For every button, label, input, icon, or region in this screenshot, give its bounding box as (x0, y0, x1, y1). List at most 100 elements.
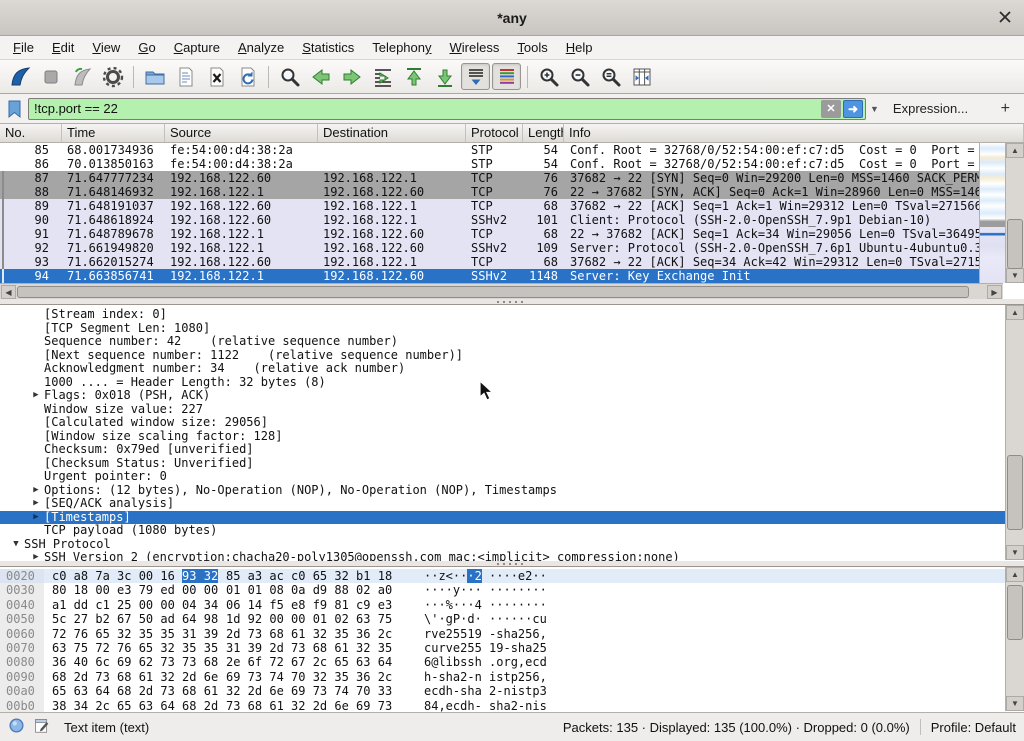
expert-info-icon[interactable] (8, 717, 25, 737)
filter-apply-button[interactable]: ➜ (843, 100, 863, 118)
hex-ascii[interactable]: ····y··· ········ (410, 583, 1024, 597)
scrollbar-thumb[interactable] (1007, 585, 1023, 640)
menu-tools[interactable]: Tools (508, 37, 556, 58)
stop-capture-button[interactable] (36, 63, 65, 90)
column-header-source[interactable]: Source (165, 124, 318, 142)
packet-row[interactable]: 9171.648789678192.168.122.1192.168.122.6… (0, 227, 979, 241)
menu-statistics[interactable]: Statistics (293, 37, 363, 58)
intelligent-scrollbar-minimap[interactable] (979, 143, 1005, 283)
colorize-button[interactable] (492, 63, 521, 90)
menu-file[interactable]: File (4, 37, 43, 58)
packet-row[interactable]: 9471.663856741192.168.122.1192.168.122.6… (0, 269, 979, 283)
hex-bytes[interactable]: 2e 6f 72 67 2c 65 63 64 (224, 655, 410, 669)
scrollbar-thumb[interactable] (1007, 219, 1023, 269)
hex-bytes[interactable]: 1d 92 00 00 01 02 63 75 (224, 612, 410, 626)
column-header-info[interactable]: Info (564, 124, 1024, 142)
detail-tree-item[interactable]: ▶[SEQ/ACK analysis] (0, 497, 1024, 511)
hex-row[interactable]: 0040a1 dd c1 25 00 00 04 3406 14 f5 e8 f… (0, 598, 1024, 612)
column-header-destination[interactable]: Destination (318, 124, 466, 142)
detail-tree-item[interactable]: Window size value: 227 (0, 403, 1024, 417)
packet-row[interactable]: 8670.013850163fe:54:00:d4:38:2aSTP54Conf… (0, 157, 979, 171)
scroll-down-icon[interactable]: ▼ (1006, 696, 1024, 711)
collapsed-arrow-icon[interactable]: ▶ (28, 551, 44, 561)
menu-go[interactable]: Go (129, 37, 164, 58)
hex-ascii[interactable]: ecdh-sha 2-nistp3 (410, 684, 1024, 698)
open-file-button[interactable] (140, 63, 169, 90)
hex-row[interactable]: 0020c0 a8 7a 3c 00 16 93 3285 a3 ac c0 6… (0, 569, 1024, 583)
collapsed-arrow-icon[interactable]: ▶ (28, 389, 44, 403)
resize-columns-button[interactable] (627, 63, 656, 90)
menu-view[interactable]: View (83, 37, 129, 58)
column-header-protocol[interactable]: Protocol (466, 124, 523, 142)
packet-row[interactable]: 8971.648191037192.168.122.60192.168.122.… (0, 199, 979, 213)
hex-ascii[interactable]: ··z<···2 ····e2·· (410, 569, 1024, 583)
menu-help[interactable]: Help (557, 37, 602, 58)
hex-ascii[interactable]: ···%···4 ········ (410, 598, 1024, 612)
scrollbar-thumb[interactable] (17, 286, 969, 298)
collapsed-arrow-icon[interactable]: ▶ (28, 511, 44, 525)
detail-tree-item[interactable]: 1000 .... = Header Length: 32 bytes (8) (0, 376, 1024, 390)
go-back-button[interactable] (306, 63, 335, 90)
hex-bytes[interactable]: 80 18 00 e3 79 ed 00 00 (44, 583, 224, 597)
packet-list-vscrollbar[interactable]: ▲ ▼ (1005, 143, 1024, 283)
zoom-original-button[interactable] (596, 63, 625, 90)
collapsed-arrow-icon[interactable]: ▶ (28, 497, 44, 511)
packet-row[interactable]: 8771.647777234192.168.122.60192.168.122.… (0, 171, 979, 185)
detail-tree-item[interactable]: TCP payload (1080 bytes) (0, 524, 1024, 538)
hex-bytes[interactable]: 72 76 65 32 35 35 31 39 (44, 627, 224, 641)
display-filter-input[interactable] (29, 100, 821, 118)
packet-row[interactable]: 8871.648146932192.168.122.1192.168.122.6… (0, 185, 979, 199)
detail-tree-item[interactable]: [Window size scaling factor: 128] (0, 430, 1024, 444)
detail-tree-item[interactable]: ▶Options: (12 bytes), No-Operation (NOP)… (0, 484, 1024, 498)
details-vscrollbar[interactable]: ▲ ▼ (1005, 305, 1024, 560)
hex-row[interactable]: 003080 18 00 e3 79 ed 00 0001 01 08 0a d… (0, 583, 1024, 597)
bytes-vscrollbar[interactable]: ▲ ▼ (1005, 567, 1024, 711)
menu-edit[interactable]: Edit (43, 37, 83, 58)
scroll-down-icon[interactable]: ▼ (1006, 268, 1024, 283)
capture-options-button[interactable] (98, 63, 127, 90)
detail-tree-item[interactable]: [Stream index: 0] (0, 308, 1024, 322)
scrollbar-thumb[interactable] (1007, 455, 1023, 530)
menu-analyze[interactable]: Analyze (229, 37, 293, 58)
hex-row[interactable]: 007063 75 72 76 65 32 35 3531 39 2d 73 6… (0, 641, 1024, 655)
packet-row[interactable]: 8568.001734936fe:54:00:d4:38:2aSTP54Conf… (0, 143, 979, 157)
detail-tree-item[interactable]: Acknowledgment number: 34 (relative ack … (0, 362, 1024, 376)
hex-bytes[interactable]: 85 a3 ac c0 65 32 b1 18 (224, 569, 410, 583)
hex-bytes[interactable]: 32 2d 6e 69 73 74 70 33 (224, 684, 410, 698)
hex-bytes[interactable]: 38 34 2c 65 63 64 68 2d (44, 699, 224, 712)
column-header-time[interactable]: Time (62, 124, 165, 142)
detail-tree-item[interactable]: Checksum: 0x79ed [unverified] (0, 443, 1024, 457)
hex-bytes[interactable]: 73 68 61 32 2d 6e 69 73 (224, 699, 410, 712)
hex-bytes[interactable]: 65 63 64 68 2d 73 68 61 (44, 684, 224, 698)
filter-add-button[interactable]: + (993, 100, 1018, 118)
go-to-packet-button[interactable] (368, 63, 397, 90)
hex-bytes[interactable]: 63 75 72 76 65 32 35 35 (44, 641, 224, 655)
packet-row[interactable]: 9071.648618924192.168.122.60192.168.122.… (0, 213, 979, 227)
hex-bytes[interactable]: 31 39 2d 73 68 61 32 35 (224, 641, 410, 655)
zoom-in-button[interactable] (534, 63, 563, 90)
hex-ascii[interactable]: h-sha2-n istp256, (410, 670, 1024, 684)
collapsed-arrow-icon[interactable]: ▶ (28, 484, 44, 498)
detail-tree-item[interactable]: [Next sequence number: 1122 (relative se… (0, 349, 1024, 363)
detail-tree-item[interactable]: [Checksum Status: Unverified] (0, 457, 1024, 471)
hex-row[interactable]: 00b038 34 2c 65 63 64 68 2d73 68 61 32 2… (0, 699, 1024, 712)
hex-row[interactable]: 00a065 63 64 68 2d 73 68 6132 2d 6e 69 7… (0, 684, 1024, 698)
scroll-right-icon[interactable]: ▶ (987, 285, 1002, 299)
save-file-button[interactable] (171, 63, 200, 90)
hex-row[interactable]: 008036 40 6c 69 62 73 73 682e 6f 72 67 2… (0, 655, 1024, 669)
hex-ascii[interactable]: 84,ecdh- sha2-nis (410, 699, 1024, 712)
hex-bytes[interactable]: 68 2d 73 68 61 32 2d 6e (44, 670, 224, 684)
hex-bytes[interactable]: 06 14 f5 e8 f9 81 c9 e3 (224, 598, 410, 612)
detail-tree-item[interactable]: ▼SSH Protocol (0, 538, 1024, 552)
status-profile[interactable]: Profile: Default (931, 720, 1016, 735)
close-window-button[interactable] (996, 9, 1014, 27)
hex-bytes[interactable]: a1 dd c1 25 00 00 04 34 (44, 598, 224, 612)
hex-bytes[interactable]: 01 01 08 0a d9 88 02 a0 (224, 583, 410, 597)
column-header-no[interactable]: No. (0, 124, 62, 142)
auto-scroll-button[interactable] (461, 63, 490, 90)
go-forward-button[interactable] (337, 63, 366, 90)
filter-bookmark-icon[interactable] (6, 99, 24, 119)
hex-bytes[interactable]: 36 40 6c 69 62 73 73 68 (44, 655, 224, 669)
hex-bytes[interactable]: 69 73 74 70 32 35 36 2c (224, 670, 410, 684)
packet-list-hscrollbar[interactable]: ◀ ▶ (0, 283, 1003, 299)
